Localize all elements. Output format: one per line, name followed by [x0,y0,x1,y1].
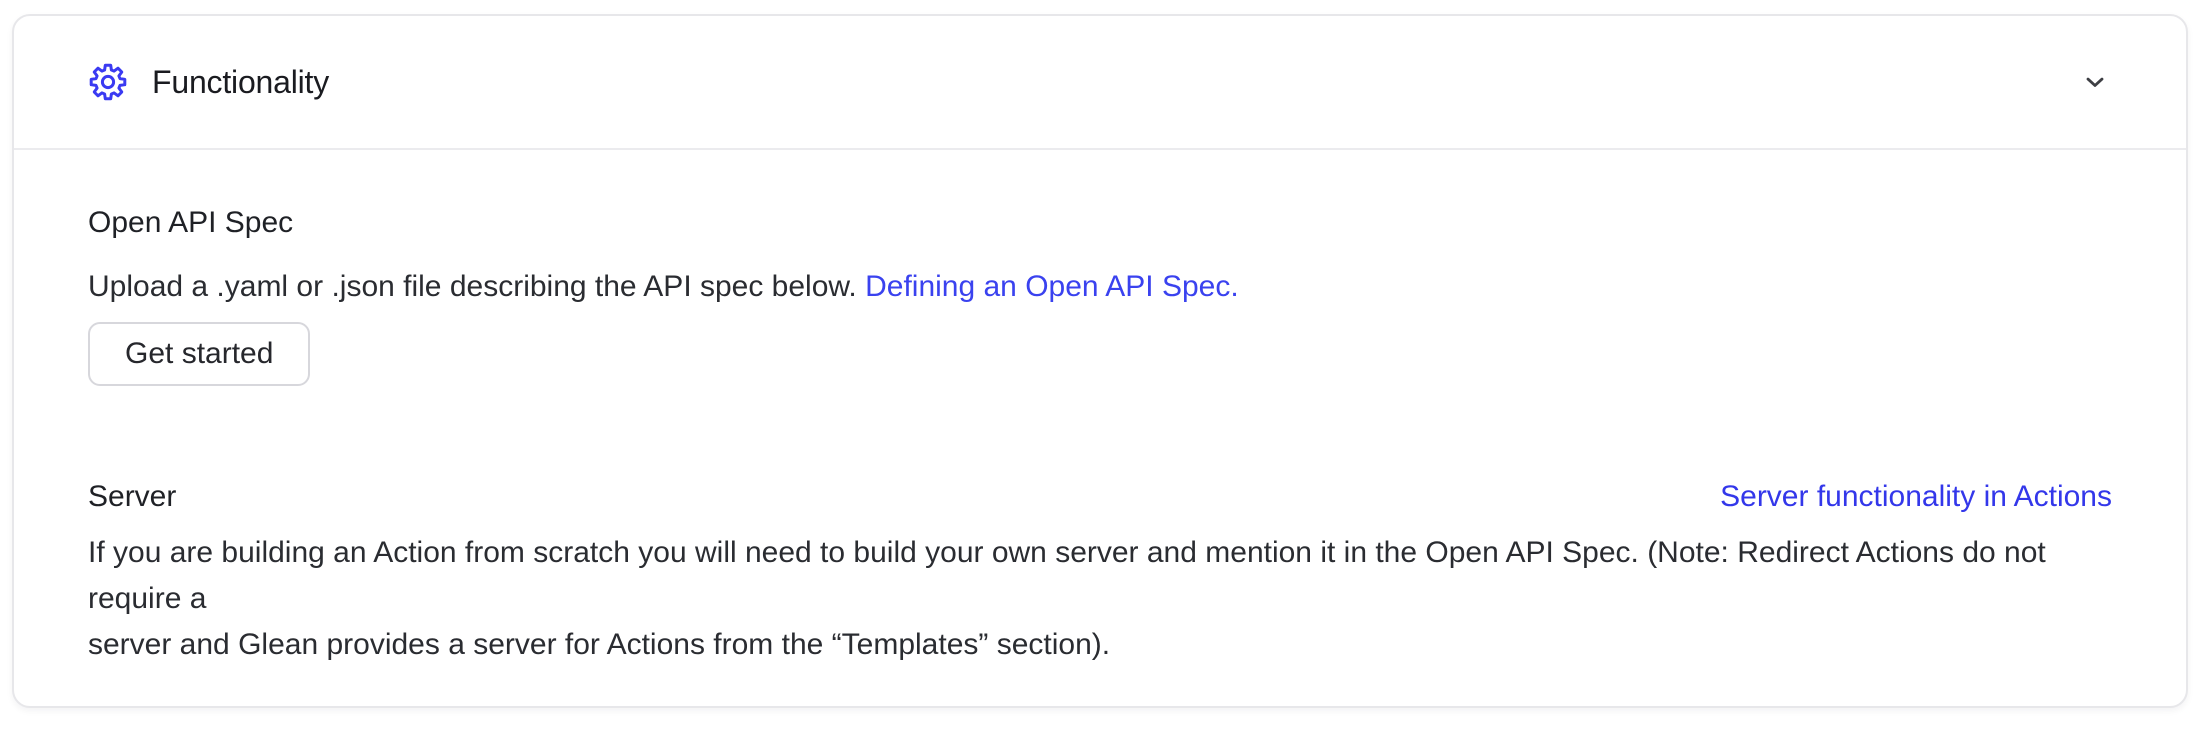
server-section: Server Server functionality in Actions I… [88,478,2112,668]
get-started-button[interactable]: Get started [88,322,310,386]
server-description-line-2: server and Glean provides a server for A… [88,622,2112,668]
chevron-down-icon[interactable] [2078,65,2112,99]
server-label: Server [88,478,176,516]
server-functionality-link[interactable]: Server functionality in Actions [1720,480,2112,514]
open-api-spec-section: Open API Spec Upload a .yaml or .json fi… [88,204,2112,386]
functionality-card-header[interactable]: Functionality [14,16,2186,150]
card-title: Functionality [152,64,329,101]
open-api-spec-description-text: Upload a .yaml or .json file describing … [88,270,857,303]
functionality-card: Functionality Open API Spec Upload a .ya… [12,14,2188,708]
server-description-line-1: If you are building an Action from scrat… [88,530,2112,622]
server-description: If you are building an Action from scrat… [88,530,2112,668]
defining-open-api-spec-link[interactable]: Defining an Open API Spec. [865,270,1239,303]
card-body: Open API Spec Upload a .yaml or .json fi… [14,150,2186,668]
open-api-spec-description: Upload a .yaml or .json file describing … [88,264,2112,310]
open-api-spec-label: Open API Spec [88,204,2112,242]
gear-icon [88,62,128,102]
server-heading-row: Server Server functionality in Actions [88,478,2112,516]
